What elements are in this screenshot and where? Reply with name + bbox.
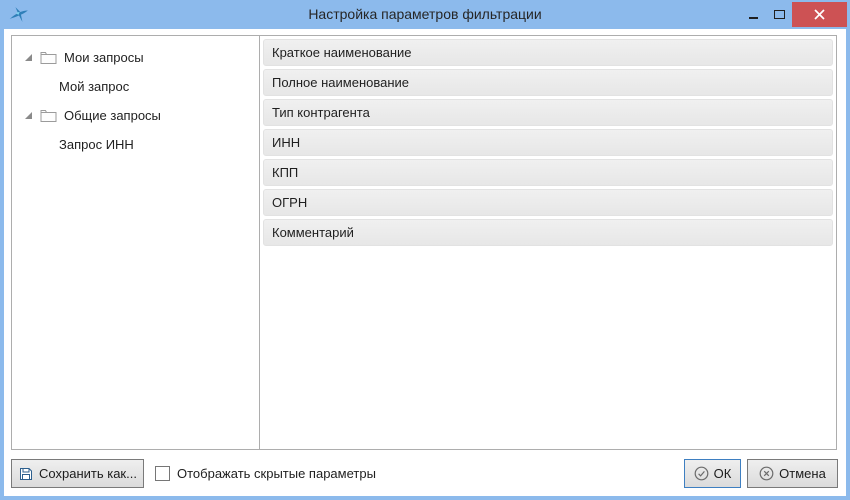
ok-label: ОК xyxy=(714,466,732,481)
tree-node-label: Мой запрос xyxy=(59,79,129,94)
close-icon xyxy=(814,9,825,20)
filter-settings-dialog: Настройка параметров фильтрации xyxy=(0,0,850,500)
parameter-row[interactable]: КПП xyxy=(263,159,833,186)
parameter-row[interactable]: Краткое наименование xyxy=(263,39,833,66)
title-bar: Настройка параметров фильтрации xyxy=(0,0,850,29)
tree-node-shared-queries[interactable]: Общие запросы xyxy=(12,101,259,130)
parameter-row[interactable]: ОГРН xyxy=(263,189,833,216)
show-hidden-label: Отображать скрытые параметры xyxy=(177,459,376,488)
folder-icon xyxy=(40,51,57,64)
cancel-cross-icon xyxy=(759,466,774,481)
tree-node-label: Запрос ИНН xyxy=(59,137,134,152)
parameter-row[interactable]: Тип контрагента xyxy=(263,99,833,126)
tree-node-my-queries[interactable]: Мои запросы xyxy=(12,43,259,72)
parameter-list: Краткое наименование Полное наименование… xyxy=(260,36,836,449)
tree-node-label: Общие запросы xyxy=(64,108,161,123)
expander-icon[interactable] xyxy=(25,54,32,61)
tree-node-label: Мои запросы xyxy=(64,50,144,65)
cancel-button[interactable]: Отмена xyxy=(747,459,838,488)
ok-button[interactable]: ОК xyxy=(684,459,741,488)
maximize-button[interactable] xyxy=(766,0,792,29)
close-button[interactable] xyxy=(792,2,847,27)
content-panel: Мои запросы Мой запрос Общие запросы Зап… xyxy=(11,35,837,450)
expander-icon[interactable] xyxy=(25,112,32,119)
cancel-label: Отмена xyxy=(779,466,826,481)
dialog-body: Мои запросы Мой запрос Общие запросы Зап… xyxy=(4,29,846,496)
save-icon xyxy=(18,466,34,482)
parameter-row[interactable]: Комментарий xyxy=(263,219,833,246)
show-hidden-checkbox[interactable] xyxy=(155,466,170,481)
parameter-row[interactable]: ИНН xyxy=(263,129,833,156)
window-title: Настройка параметров фильтрации xyxy=(0,0,850,29)
minimize-button[interactable] xyxy=(740,0,766,29)
ok-check-icon xyxy=(694,466,709,481)
window-controls xyxy=(740,0,847,29)
parameter-row[interactable]: Полное наименование xyxy=(263,69,833,96)
save-as-button[interactable]: Сохранить как... xyxy=(11,459,144,488)
tree-node-my-query[interactable]: Мой запрос xyxy=(12,72,259,101)
folder-icon xyxy=(40,109,57,122)
save-as-label: Сохранить как... xyxy=(39,466,137,481)
minimize-icon xyxy=(749,17,758,19)
maximize-icon xyxy=(774,10,785,19)
query-tree: Мои запросы Мой запрос Общие запросы Зап… xyxy=(12,36,260,449)
tree-node-inn-query[interactable]: Запрос ИНН xyxy=(12,130,259,159)
